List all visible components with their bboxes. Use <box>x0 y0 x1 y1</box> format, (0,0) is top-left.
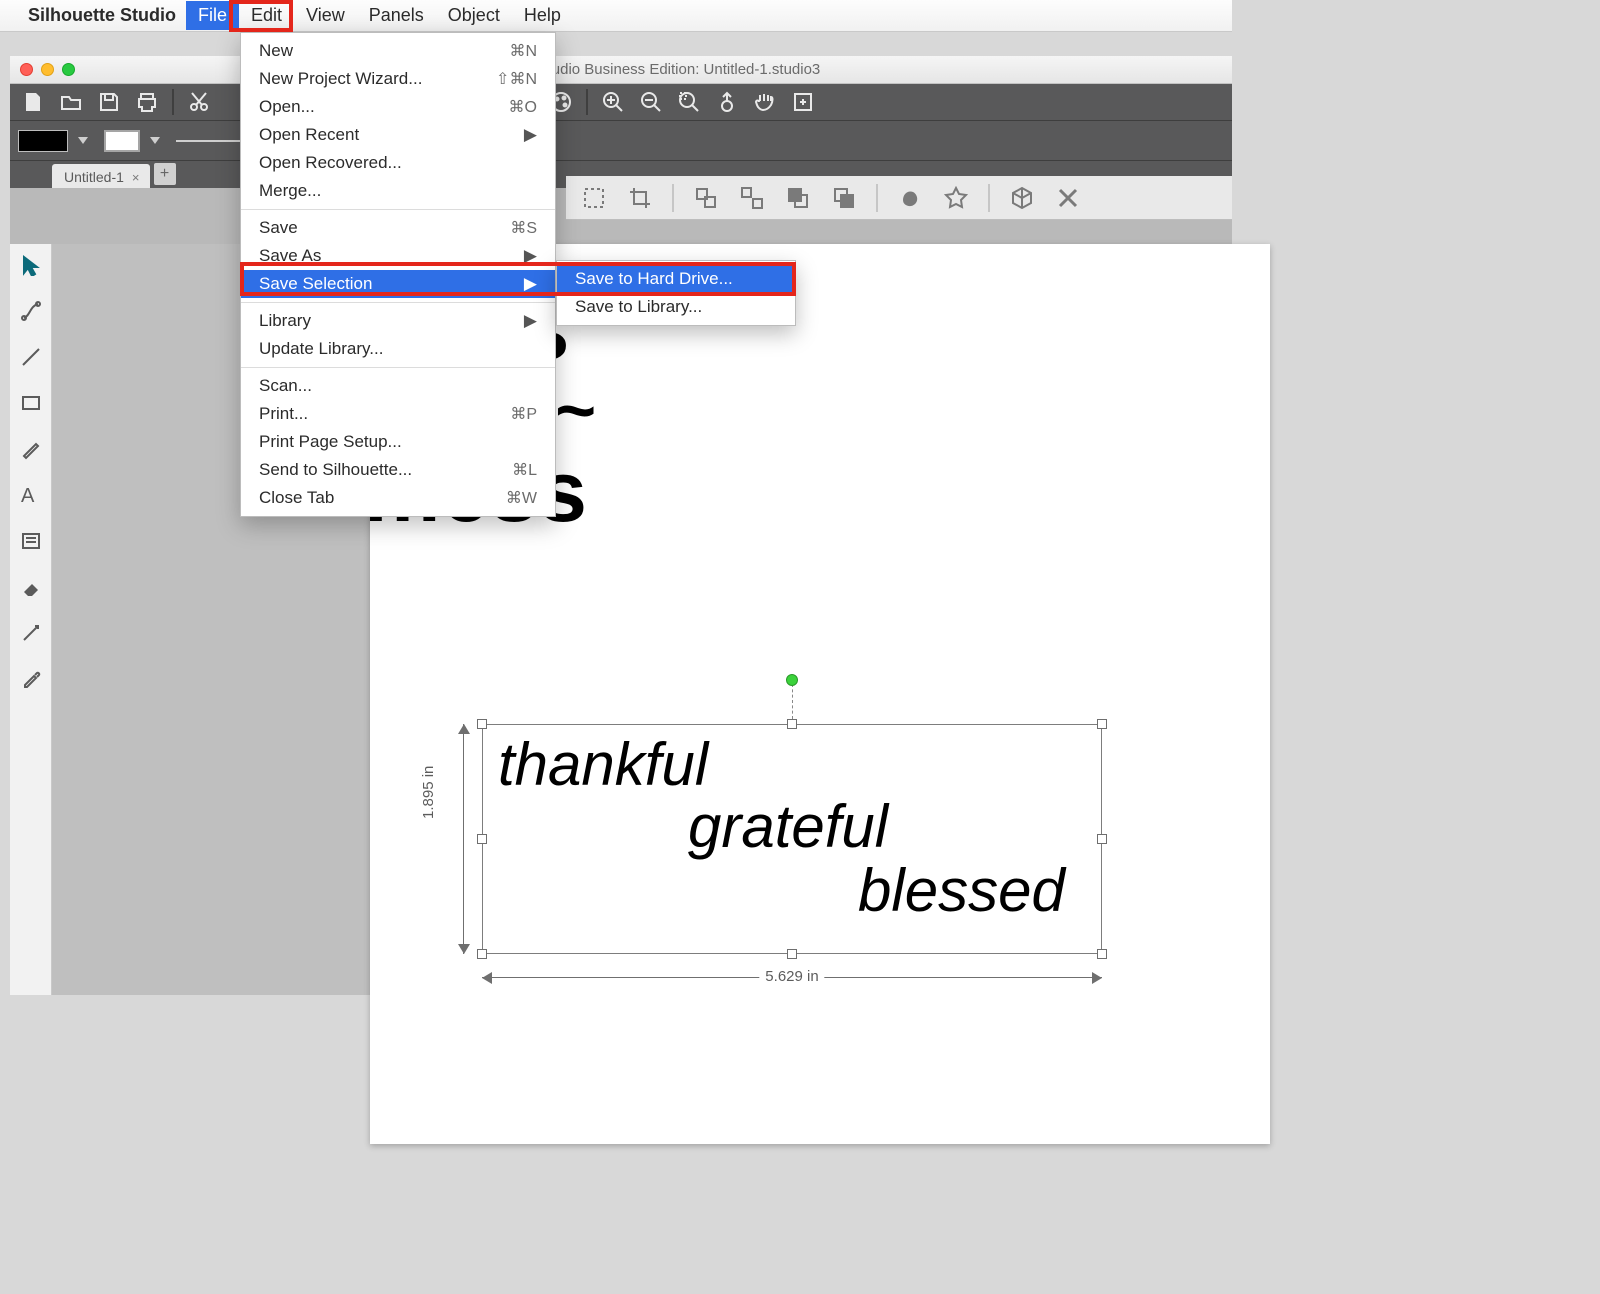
stroke-color-swatch[interactable] <box>104 130 140 152</box>
knife-tool[interactable] <box>16 618 46 648</box>
file-menu-save-as[interactable]: Save As▶ <box>241 242 555 270</box>
cube-3d-button[interactable] <box>1004 183 1040 213</box>
window-zoom-button[interactable] <box>62 63 75 76</box>
zoom-out-button[interactable] <box>634 88 668 116</box>
send-backward-button[interactable] <box>780 183 816 213</box>
group-button[interactable] <box>688 183 724 213</box>
file-dropdown: New⌘NNew Project Wizard...⇧⌘NOpen...⌘OOp… <box>240 32 556 517</box>
bring-forward-button[interactable] <box>826 183 862 213</box>
left-tool-palette: A <box>10 244 52 995</box>
star-shape-button[interactable] <box>938 183 974 213</box>
dimension-horizontal: 5.629 in <box>482 966 1102 990</box>
artwork-thankful-grateful-blessed: thankful grateful blessed <box>488 730 1096 948</box>
crop-button[interactable] <box>622 183 658 213</box>
script-word-3: blessed <box>858 856 1065 925</box>
file-menu-close-tab[interactable]: Close Tab⌘W <box>241 484 555 512</box>
file-menu-open[interactable]: Open...⌘O <box>241 93 555 121</box>
app-name[interactable]: Silhouette Studio <box>28 5 176 26</box>
resize-handle-rm[interactable] <box>1097 834 1107 844</box>
file-menu-print[interactable]: Print...⌘P <box>241 400 555 428</box>
menu-file[interactable]: File <box>186 1 239 30</box>
rotation-handle-line <box>792 684 793 719</box>
file-menu-save[interactable]: Save⌘S <box>241 214 555 242</box>
menu-panels[interactable]: Panels <box>357 1 436 30</box>
cut-button[interactable] <box>182 88 216 116</box>
zoom-drag-button[interactable] <box>710 88 744 116</box>
file-menu-open-recent[interactable]: Open Recent▶ <box>241 121 555 149</box>
edit-points-tool[interactable] <box>16 296 46 326</box>
select-tool[interactable] <box>16 250 46 280</box>
new-file-button[interactable] <box>16 88 50 116</box>
text-tool[interactable]: A <box>16 480 46 510</box>
notes-tool[interactable] <box>16 526 46 556</box>
save-file-button[interactable] <box>92 88 126 116</box>
window-minimize-button[interactable] <box>41 63 54 76</box>
dimension-width-label: 5.629 in <box>759 968 824 985</box>
resize-handle-bm[interactable] <box>787 949 797 959</box>
resize-handle-bl[interactable] <box>477 949 487 959</box>
line-tool[interactable] <box>16 342 46 372</box>
blob-shape-button[interactable] <box>892 183 928 213</box>
eraser-tool[interactable] <box>16 572 46 602</box>
resize-handle-br[interactable] <box>1097 949 1107 959</box>
window-traffic-lights <box>20 63 75 76</box>
menu-help[interactable]: Help <box>512 1 573 30</box>
style-toolbar <box>10 120 1232 160</box>
file-menu-print-page-setup[interactable]: Print Page Setup... <box>241 428 555 456</box>
file-menu-scan[interactable]: Scan... <box>241 372 555 400</box>
mac-menubar: Silhouette Studio File Edit View Panels … <box>0 0 1232 32</box>
file-menu-save-selection[interactable]: Save Selection▶ <box>241 270 555 298</box>
file-menu-new-project-wizard[interactable]: New Project Wizard...⇧⌘N <box>241 65 555 93</box>
file-menu-update-library[interactable]: Update Library... <box>241 335 555 363</box>
stroke-color-dropdown[interactable] <box>150 137 160 144</box>
select-bounds-button[interactable] <box>576 183 612 213</box>
window-close-button[interactable] <box>20 63 33 76</box>
resize-handle-tm[interactable] <box>787 719 797 729</box>
save-selection-submenu: Save to Hard Drive...Save to Library... <box>556 260 796 326</box>
app-window: Silhouette Studio Business Edition: Unti… <box>10 56 1232 995</box>
resize-handle-tl[interactable] <box>477 719 487 729</box>
print-button[interactable] <box>130 88 164 116</box>
script-word-1: thankful <box>498 730 708 799</box>
fill-color-swatch[interactable] <box>18 130 68 152</box>
pan-button[interactable] <box>748 88 782 116</box>
add-tab-button[interactable]: + <box>154 163 176 185</box>
document-tab-active[interactable]: Untitled-1 × <box>52 164 150 188</box>
resize-handle-lm[interactable] <box>477 834 487 844</box>
file-menu-send-to-silhouette[interactable]: Send to Silhouette...⌘L <box>241 456 555 484</box>
save-submenu-save-to-library[interactable]: Save to Library... <box>557 293 795 321</box>
file-menu-merge[interactable]: Merge... <box>241 177 555 205</box>
dimension-height-label: 1.895 in <box>420 766 437 819</box>
save-submenu-save-to-hard-drive[interactable]: Save to Hard Drive... <box>557 265 795 293</box>
window-titlebar: Silhouette Studio Business Edition: Unti… <box>10 56 1232 84</box>
zoom-selection-button[interactable] <box>672 88 706 116</box>
menu-view[interactable]: View <box>294 1 357 30</box>
selected-object[interactable]: thankful grateful blessed <box>482 724 1102 954</box>
rectangle-tool[interactable] <box>16 388 46 418</box>
document-tab-close[interactable]: × <box>132 170 140 185</box>
transform-toolbar <box>566 176 1232 220</box>
file-menu-library[interactable]: Library▶ <box>241 307 555 335</box>
draw-tool[interactable] <box>16 434 46 464</box>
file-menu-new[interactable]: New⌘N <box>241 37 555 65</box>
dimension-vertical: 1.895 in <box>452 724 476 954</box>
script-word-2: grateful <box>688 792 888 861</box>
eyedropper-tool[interactable] <box>16 664 46 694</box>
menu-edit[interactable]: Edit <box>239 1 294 30</box>
fit-page-button[interactable] <box>786 88 820 116</box>
ungroup-button[interactable] <box>734 183 770 213</box>
main-toolbar <box>10 84 1232 120</box>
delete-button[interactable] <box>1050 183 1086 213</box>
rotation-handle[interactable] <box>786 674 798 686</box>
menu-object[interactable]: Object <box>436 1 512 30</box>
canvas-area[interactable]: ess his~ mess thankful grateful blessed <box>52 244 1232 995</box>
fill-color-dropdown[interactable] <box>78 137 88 144</box>
open-file-button[interactable] <box>54 88 88 116</box>
svg-text:A: A <box>21 485 35 506</box>
file-menu-open-recovered[interactable]: Open Recovered... <box>241 149 555 177</box>
zoom-in-button[interactable] <box>596 88 630 116</box>
document-tab-label: Untitled-1 <box>64 169 124 185</box>
resize-handle-tr[interactable] <box>1097 719 1107 729</box>
